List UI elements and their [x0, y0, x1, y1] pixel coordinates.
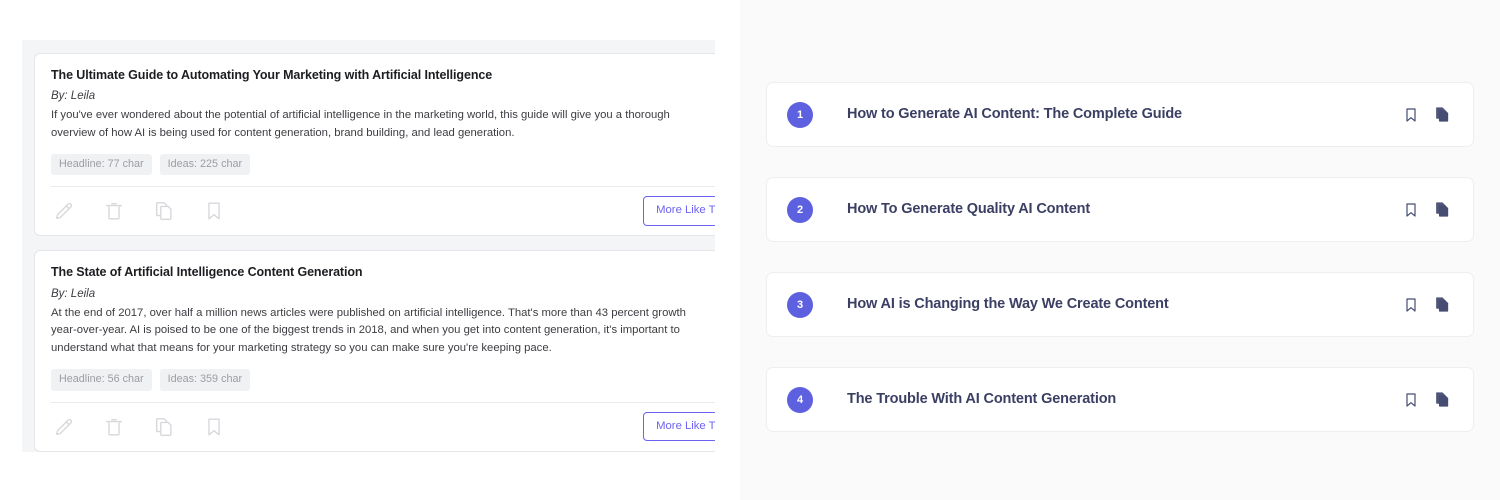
ideas-char-pill: Ideas: 359 char [160, 369, 250, 390]
bookmark-icon[interactable] [201, 414, 227, 440]
idea-title: The Trouble With AI Content Generation [847, 390, 1402, 409]
duplicate-icon[interactable] [151, 414, 177, 440]
idea-rank-badge: 2 [787, 197, 813, 223]
bookmark-icon[interactable] [1402, 106, 1420, 124]
idea-action-group [1402, 296, 1451, 314]
idea-rank-badge: 3 [787, 292, 813, 318]
copy-icon[interactable] [1433, 391, 1451, 409]
idea-rank-badge: 4 [787, 387, 813, 413]
bookmark-icon[interactable] [1402, 201, 1420, 219]
bookmark-icon[interactable] [201, 198, 227, 224]
edit-icon[interactable] [51, 198, 77, 224]
document-author: By: Leila [51, 286, 715, 302]
document-title: The State of Artificial Intelligence Con… [51, 263, 715, 281]
document-body: At the end of 2017, over half a million … [51, 305, 696, 359]
document-card[interactable]: The Ultimate Guide to Automating Your Ma… [34, 53, 715, 236]
headline-char-pill: Headline: 77 char [51, 154, 152, 175]
document-action-row: More Like This [51, 403, 715, 451]
idea-title: How to Generate AI Content: The Complete… [847, 105, 1402, 124]
list-item[interactable]: 1 How to Generate AI Content: The Comple… [766, 82, 1474, 147]
bookmark-icon[interactable] [1402, 296, 1420, 314]
edit-icon[interactable] [51, 414, 77, 440]
document-title: The Ultimate Guide to Automating Your Ma… [51, 66, 715, 84]
list-item[interactable]: 4 The Trouble With AI Content Generation [766, 367, 1474, 432]
list-item[interactable]: 3 How AI is Changing the Way We Create C… [766, 272, 1474, 337]
more-like-this-button[interactable]: More Like This [643, 196, 715, 226]
idea-action-group [1402, 391, 1451, 409]
document-meta-pills: Headline: 77 char Ideas: 225 char [51, 154, 715, 175]
document-author: By: Leila [51, 88, 715, 104]
document-action-row: More Like This [51, 187, 715, 235]
idea-title: How AI is Changing the Way We Create Con… [847, 295, 1402, 314]
documents-panel: The Ultimate Guide to Automating Your Ma… [0, 0, 715, 452]
idea-rank-badge: 1 [787, 102, 813, 128]
document-card[interactable]: The State of Artificial Intelligence Con… [34, 250, 715, 451]
copy-icon[interactable] [1433, 106, 1451, 124]
documents-scroll-container[interactable]: The Ultimate Guide to Automating Your Ma… [22, 40, 715, 452]
document-meta-pills: Headline: 56 char Ideas: 359 char [51, 369, 715, 390]
ideas-panel: 1 How to Generate AI Content: The Comple… [740, 0, 1500, 500]
bookmark-icon[interactable] [1402, 391, 1420, 409]
list-item[interactable]: 2 How To Generate Quality AI Content [766, 177, 1474, 242]
copy-icon[interactable] [1433, 296, 1451, 314]
ideas-list: 1 How to Generate AI Content: The Comple… [766, 82, 1474, 432]
idea-action-group [1402, 106, 1451, 124]
delete-icon[interactable] [101, 198, 127, 224]
ideas-char-pill: Ideas: 225 char [160, 154, 250, 175]
more-like-this-button[interactable]: More Like This [643, 412, 715, 442]
idea-action-group [1402, 201, 1451, 219]
idea-title: How To Generate Quality AI Content [847, 200, 1402, 219]
duplicate-icon[interactable] [151, 198, 177, 224]
headline-char-pill: Headline: 56 char [51, 369, 152, 390]
copy-icon[interactable] [1433, 201, 1451, 219]
document-body: If you've ever wondered about the potent… [51, 107, 696, 143]
delete-icon[interactable] [101, 414, 127, 440]
